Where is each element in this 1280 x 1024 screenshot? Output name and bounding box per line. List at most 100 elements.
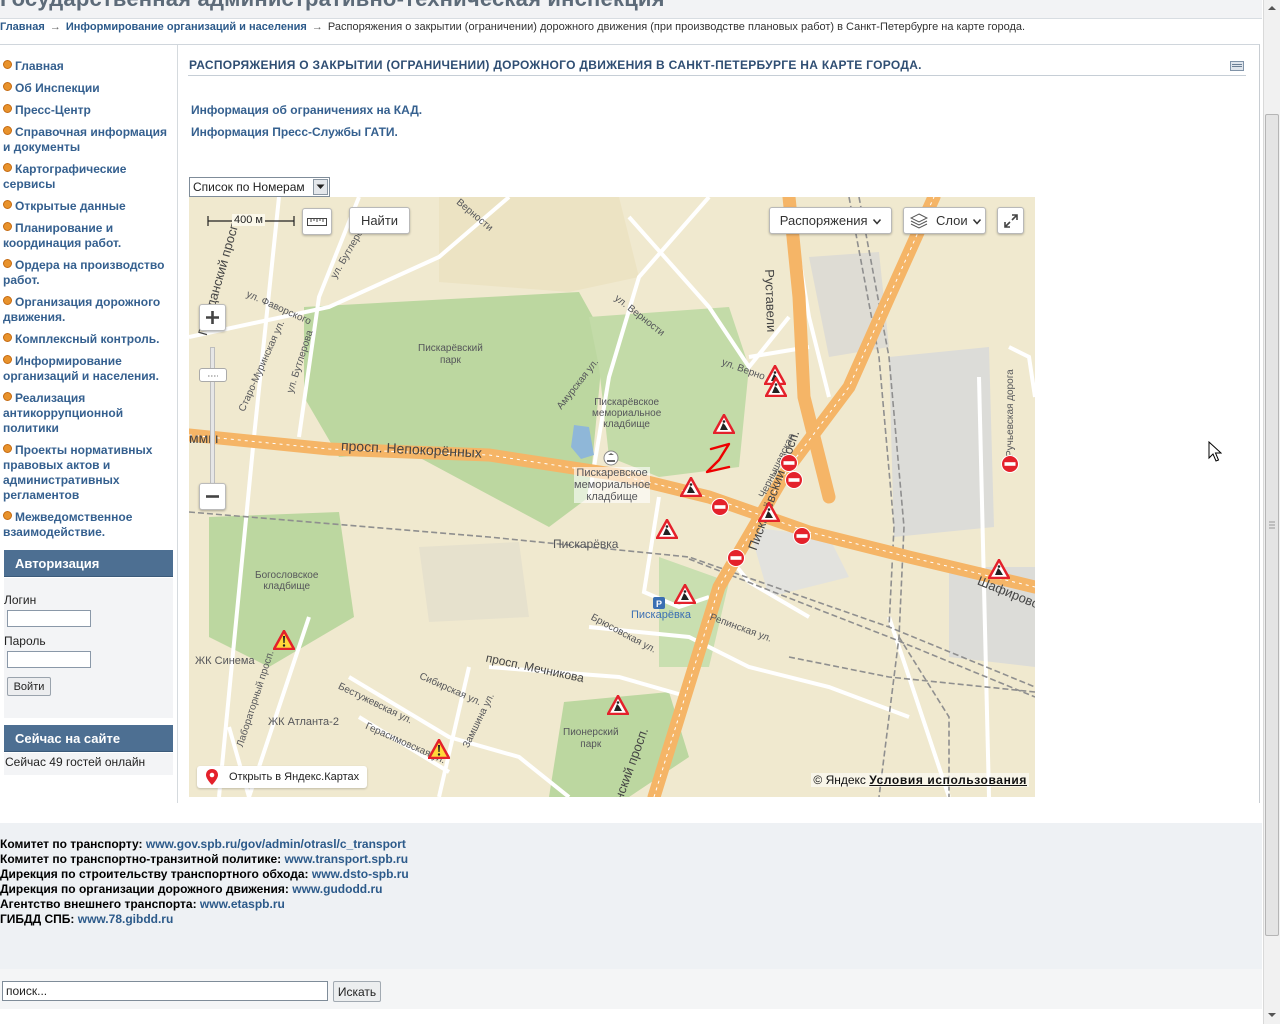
footer-line-label: ГИБДД СПБ: [0,912,75,926]
bullet-icon [3,444,12,453]
menu-item-draft-acts[interactable]: Проекты нормативных правовых актов и адм… [3,443,175,503]
footer-link[interactable]: www.dsto-spb.ru [312,867,409,881]
footer-line: Дирекция по строительству транспортного … [0,867,409,881]
plus-icon [206,311,219,324]
kad-info-link[interactable]: Информация об ограничениях на КАД. [191,103,422,117]
menu-item-informing[interactable]: Информирование организаций и населения. [3,354,175,384]
menu-item-press[interactable]: Пресс-Центр [3,103,175,118]
no-entry-icon[interactable] [1001,455,1019,473]
no-entry-icon[interactable] [711,498,729,516]
terms-link[interactable]: Условия использования [869,773,1027,787]
footer-link[interactable]: www.78.gibdd.ru [78,912,174,926]
scrollbar-thumb[interactable] [1265,114,1279,936]
map-label-zhk-sinema: ЖК Синема [195,655,255,667]
scroll-down-arrow-icon[interactable] [1264,1006,1280,1023]
no-entry-icon[interactable] [780,454,798,472]
print-icon[interactable] [1230,61,1244,71]
no-entry-icon[interactable] [785,471,803,489]
footer-line-label: Дирекция по организации дорожного движен… [0,882,289,896]
bullet-icon [3,296,12,305]
breadcrumb-section-link[interactable]: Информирование организаций и населения [66,21,307,33]
list-select[interactable]: Список по Номерам [189,177,330,197]
menu-item-label: Справочная информация и документы [3,125,168,154]
menu-item-open-data[interactable]: Открытые данные [3,199,175,214]
roadwork-warning-icon[interactable] [713,414,735,434]
scale-label: 400 м [232,214,265,226]
breadcrumb-home-link[interactable]: Главная [0,21,45,33]
fullscreen-button[interactable] [997,207,1024,234]
zoom-slider-handle[interactable] [199,368,227,382]
auth-panel-title: Авторизация [4,550,173,577]
online-panel: Сейчас 49 гостей онлайн [4,753,173,775]
breadcrumb-separator: → [311,21,323,33]
press-info-link[interactable]: Информация Пресс-Службы ГАТИ. [191,125,398,139]
map-label-piskarevka: Пискарёвка [553,537,619,551]
roadwork-warning-icon[interactable] [428,739,450,759]
bullet-icon [3,333,12,342]
footer-line-label: Комитет по транспорту: [0,837,143,851]
zoom-in-button[interactable] [199,304,226,331]
menu-item-label: Информирование организаций и населения. [3,354,159,383]
roadwork-warning-icon[interactable] [674,584,696,604]
open-in-yandex-link[interactable]: Открыть в Яндекс.Картах [197,766,368,788]
roadwork-warning-icon[interactable] [988,559,1010,579]
roadwork-warning-icon[interactable] [273,630,295,650]
bullet-icon [3,222,12,231]
left-sidebar: Главная Об Инспекции Пресс-Центр Справоч… [0,45,178,803]
menu-item-map-services[interactable]: Картографические сервисы [3,162,175,192]
menu-item-label: Пресс-Центр [15,103,91,117]
roadwork-warning-icon[interactable] [758,502,780,522]
site-title: Государственная административно-техничес… [0,0,665,12]
vertical-scrollbar[interactable] [1263,0,1280,1024]
menu-item-label: Ордера на производство работ. [3,258,165,287]
monument-icon [603,450,619,466]
orders-dropdown[interactable]: Распоряжения [769,207,892,234]
browser-viewport: Государственная административно-техничес… [0,0,1262,1024]
footer-link[interactable]: www.transport.spb.ru [284,852,408,866]
password-field[interactable] [7,651,91,668]
ruler-icon [307,218,327,226]
menu-item-anticorruption[interactable]: Реализация антикоррупционной политики [3,391,175,436]
layers-dropdown[interactable]: Слои [903,207,986,234]
bullet-icon [3,126,12,135]
map-pin-icon [206,769,218,785]
fullscreen-icon [1003,214,1018,228]
grip-icon [1269,521,1275,529]
yandex-map[interactable]: Р Пискарёвский парк Пискарёвское мемориаль… [189,197,1035,797]
footer-link[interactable]: www.etaspb.ru [200,897,285,911]
no-entry-icon[interactable] [727,549,745,567]
login-button[interactable]: Войти [7,677,51,696]
menu-item-complex-control[interactable]: Комплексный контроль. [3,332,175,347]
find-button[interactable]: Найти [349,207,410,234]
login-field[interactable] [7,610,91,627]
menu-item-label: Картографические сервисы [3,162,127,191]
ruler-button[interactable] [302,208,332,235]
grip-icon [208,375,218,377]
chevron-down-icon[interactable] [313,179,328,195]
menu-item-traffic-org[interactable]: Организация дорожного движения. [3,295,175,325]
map-label-piskarevka-station: Пискарёвка [631,609,691,621]
menu-item-home[interactable]: Главная [3,59,175,74]
bullet-icon [3,355,12,364]
zoom-out-button[interactable] [199,483,226,510]
menu-item-about[interactable]: Об Инспекции [3,81,175,96]
minus-icon [206,495,219,498]
no-entry-icon[interactable] [793,527,811,545]
footer-link[interactable]: www.gudodd.ru [292,882,382,896]
menu-item-interagency[interactable]: Межведомственное взаимодействие. [3,510,175,540]
roadwork-warning-icon[interactable] [765,377,787,397]
chevron-down-icon [973,219,982,225]
footer-link[interactable]: www.gov.spb.ru/gov/admin/otrasl/c_transp… [146,837,406,851]
scroll-up-arrow-icon[interactable] [1264,0,1280,17]
search-input[interactable] [2,981,328,1001]
menu-item-orders[interactable]: Ордера на производство работ. [3,258,175,288]
menu-item-planning[interactable]: Планирование и координация работ. [3,221,175,251]
menu-item-reference[interactable]: Справочная информация и документы [3,125,175,155]
bullet-icon [3,60,12,69]
roadwork-warning-icon[interactable] [656,519,678,539]
orders-dropdown-label: Распоряжения [779,213,868,228]
roadwork-warning-icon[interactable] [680,477,702,497]
search-button[interactable]: Искать [333,981,381,1002]
roadwork-warning-icon[interactable] [607,695,629,715]
metro-station-icon: Р [653,597,665,609]
